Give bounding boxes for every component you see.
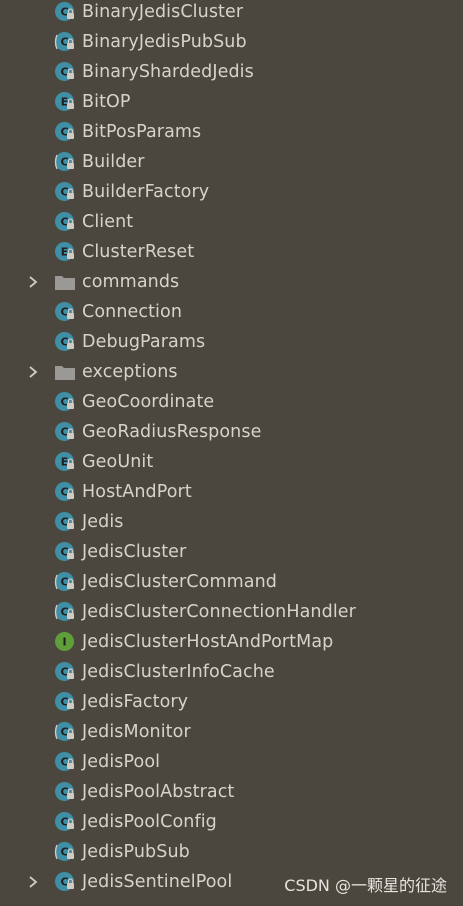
class-icon: C	[54, 391, 76, 413]
tree-item-label: BinaryJedisCluster	[82, 2, 244, 22]
interface-icon: I	[54, 631, 76, 653]
tree-item-jedis[interactable]: C Jedis	[0, 507, 463, 537]
tree-item-jedisclustercommand[interactable]: C JedisClusterCommand	[0, 567, 463, 597]
watermark: CSDN @一颗星的征途	[284, 876, 447, 895]
tree-item-label: BitPosParams	[82, 122, 202, 142]
tree-item-commands[interactable]: commands	[0, 267, 463, 297]
tree-item-connection[interactable]: C Connection	[0, 297, 463, 327]
tree-item-label: BinaryJedisPubSub	[82, 32, 247, 52]
tree-item-hostandport[interactable]: C HostAndPort	[0, 477, 463, 507]
chevron-right-icon[interactable]	[26, 875, 40, 889]
tree-item-client[interactable]: C Client	[0, 207, 463, 237]
tree-item-label: ClusterReset	[82, 242, 195, 262]
tree-item-label: HostAndPort	[82, 482, 192, 502]
tree-item-jedismonitor[interactable]: C JedisMonitor	[0, 717, 463, 747]
abstract-class-icon: C	[54, 31, 76, 53]
tree-item-jedispubsub[interactable]: C JedisPubSub	[0, 837, 463, 867]
tree-item-binaryjedispubsub[interactable]: C BinaryJedisPubSub	[0, 27, 463, 57]
class-icon: C	[54, 421, 76, 443]
tree-item-binaryjediscluster[interactable]: C BinaryJedisCluster	[0, 0, 463, 27]
tree-item-clusterreset[interactable]: E ClusterReset	[0, 237, 463, 267]
tree-item-bitop[interactable]: E BitOP	[0, 87, 463, 117]
tree-item-jedisclusterinfocache[interactable]: C JedisClusterInfoCache	[0, 657, 463, 687]
enum-icon: E	[54, 91, 76, 113]
tree-item-label: BinaryShardedJedis	[82, 62, 254, 82]
tree-item-label: JedisCluster	[82, 542, 187, 562]
tree-item-label: Jedis	[82, 512, 124, 532]
class-icon: C	[54, 331, 76, 353]
tree-item-label: JedisPubSub	[82, 842, 190, 862]
class-icon: C	[54, 661, 76, 683]
tree-item-jediscluster[interactable]: C JedisCluster	[0, 537, 463, 567]
class-icon: C	[54, 871, 76, 893]
abstract-class-icon: C	[54, 721, 76, 743]
tree-item-exceptions[interactable]: exceptions	[0, 357, 463, 387]
class-icon: C	[54, 121, 76, 143]
class-icon: C	[54, 781, 76, 803]
abstract-class-icon: C	[54, 571, 76, 593]
project-tree: C BinaryJedisCluster C BinaryJedisPubSub C Bi…	[0, 0, 463, 906]
tree-item-label: GeoCoordinate	[82, 392, 215, 412]
tree-item-debugparams[interactable]: C DebugParams	[0, 327, 463, 357]
tree-item-label: DebugParams	[82, 332, 206, 352]
class-icon: C	[54, 181, 76, 203]
tree-item-label: Connection	[82, 302, 183, 322]
tree-item-builder[interactable]: C Builder	[0, 147, 463, 177]
class-icon: C	[54, 1, 76, 23]
tree-item-label: JedisPoolAbstract	[82, 782, 235, 802]
folder-icon	[54, 361, 76, 383]
chevron-right-icon[interactable]	[26, 365, 40, 379]
enum-icon: E	[54, 241, 76, 263]
class-icon: C	[54, 301, 76, 323]
tree-item-jedispoolabstract[interactable]: C JedisPoolAbstract	[0, 777, 463, 807]
class-icon: C	[54, 751, 76, 773]
tree-item-label: JedisMonitor	[82, 722, 191, 742]
svg-text:I: I	[62, 636, 66, 649]
tree-item-label: JedisSentinelPool	[82, 872, 233, 892]
tree-item-jedispoolconfig[interactable]: C JedisPoolConfig	[0, 807, 463, 837]
tree-item-label: JedisClusterConnectionHandler	[82, 602, 356, 622]
tree-item-georadiusresponse[interactable]: C GeoRadiusResponse	[0, 417, 463, 447]
tree-item-label: Builder	[82, 152, 145, 172]
tree-item-label: JedisClusterHostAndPortMap	[82, 632, 334, 652]
tree-item-label: Client	[82, 212, 134, 232]
enum-icon: E	[54, 451, 76, 473]
abstract-class-icon: C	[54, 151, 76, 173]
tree-item-label: GeoRadiusResponse	[82, 422, 262, 442]
tree-item-label: BitOP	[82, 92, 131, 112]
class-icon: C	[54, 691, 76, 713]
tree-item-label: JedisClusterCommand	[82, 572, 277, 592]
tree-item-geounit[interactable]: E GeoUnit	[0, 447, 463, 477]
tree-item-label: JedisClusterInfoCache	[82, 662, 275, 682]
abstract-class-icon: C	[54, 841, 76, 863]
tree-item-builderfactory[interactable]: C BuilderFactory	[0, 177, 463, 207]
abstract-class-icon: C	[54, 601, 76, 623]
tree-item-binaryshardedjedis[interactable]: C BinaryShardedJedis	[0, 57, 463, 87]
tree-item-jedispool[interactable]: C JedisPool	[0, 747, 463, 777]
tree-item-jedisclusterconnectionhandler[interactable]: C JedisClusterConnectionHandler	[0, 597, 463, 627]
class-icon: C	[54, 61, 76, 83]
tree-item-jedisclusterhostandportmap[interactable]: I JedisClusterHostAndPortMap	[0, 627, 463, 657]
tree-item-geocoordinate[interactable]: C GeoCoordinate	[0, 387, 463, 417]
chevron-right-icon[interactable]	[26, 275, 40, 289]
class-icon: C	[54, 481, 76, 503]
tree-item-label: commands	[82, 272, 180, 292]
class-icon: C	[54, 541, 76, 563]
tree-item-label: JedisPool	[82, 752, 161, 772]
tree-item-label: GeoUnit	[82, 452, 154, 472]
tree-item-label: exceptions	[82, 362, 178, 382]
folder-icon	[54, 271, 76, 293]
class-icon: C	[54, 511, 76, 533]
tree-item-label: JedisFactory	[82, 692, 189, 712]
class-icon: C	[54, 811, 76, 833]
tree-item-label: BuilderFactory	[82, 182, 210, 202]
class-icon: C	[54, 211, 76, 233]
tree-item-bitposparams[interactable]: C BitPosParams	[0, 117, 463, 147]
tree-item-jedisfactory[interactable]: C JedisFactory	[0, 687, 463, 717]
tree-item-label: JedisPoolConfig	[82, 812, 217, 832]
